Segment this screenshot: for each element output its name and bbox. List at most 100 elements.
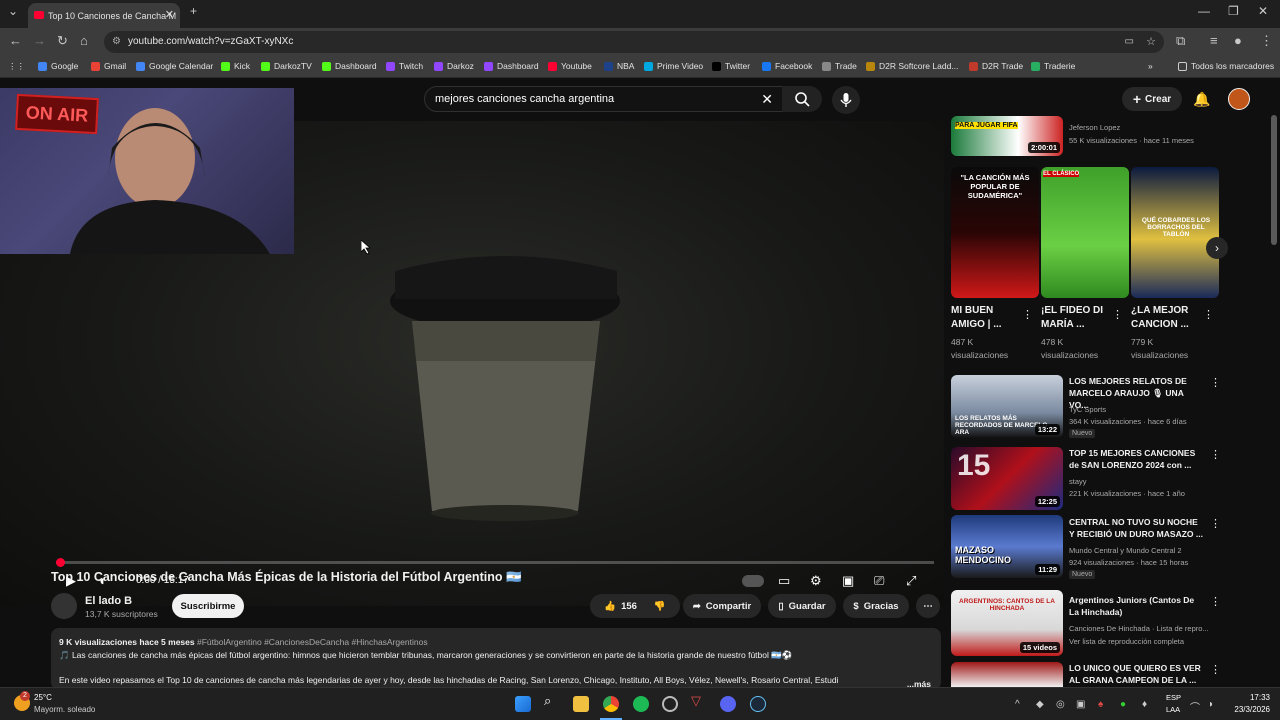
sidebar-video-thumbnail[interactable]: LOS RELATOS MÁS RECORDADOS DE MARCELO AR… — [951, 375, 1063, 438]
bookmark-item[interactable]: Twitch — [386, 61, 423, 71]
sidebar-channel[interactable]: Canciones De Hinchada · Lista de repro..… — [1069, 623, 1209, 634]
bookmark-item[interactable]: Trade — [822, 61, 857, 71]
sidebar-channel[interactable]: stayy — [1069, 476, 1087, 487]
bookmark-item[interactable]: D2R Softcore Ladd... — [866, 61, 958, 71]
bookmark-item[interactable]: Google — [38, 61, 78, 71]
bookmark-item[interactable]: Gmail — [91, 61, 126, 71]
short-title[interactable]: ¡EL FIDEO DI MARÍA ... — [1041, 304, 1111, 332]
home-icon[interactable]: ⌂ — [80, 33, 88, 48]
network-icon[interactable]: ⌒ — [1190, 699, 1200, 714]
profile-icon[interactable]: ● — [1234, 33, 1242, 48]
playlist-thumbnail[interactable]: ARGENTINOS: CANTOS DE LA HINCHADA 15 vid… — [951, 590, 1063, 656]
save-button[interactable]: ▯ Guardar — [768, 594, 836, 618]
notifications-bell-icon[interactable]: 🔔 — [1193, 91, 1210, 108]
input-language[interactable]: ESP — [1166, 693, 1181, 702]
like-dislike-group[interactable]: 👍 156 👎 — [590, 594, 680, 618]
subtitles-icon[interactable]: ▭ — [778, 573, 790, 589]
sidebar-channel[interactable]: Mundo Central y Mundo Central 2 — [1069, 545, 1182, 556]
sidebar-video-thumbnail[interactable]: MAZASO MENDOCINO 11:29 — [951, 515, 1063, 578]
description-hashtags[interactable]: #FútbolArgentino #CancionesDeCancha #Hin… — [197, 637, 428, 647]
sidebar-video-title[interactable]: LO UNICO QUE QUIERO ES VER AL GRANA CAMP… — [1069, 662, 1205, 686]
tray-app-icon[interactable]: ● — [1120, 699, 1126, 710]
voice-search-button[interactable] — [832, 86, 860, 114]
bookmark-item[interactable]: Google Calendar — [136, 61, 213, 71]
steam-icon[interactable] — [750, 696, 766, 712]
clock-date[interactable]: 23/3/2026 — [1226, 705, 1270, 714]
sidebar-video-thumbnail[interactable]: 15 12:25 — [951, 447, 1063, 510]
video-menu-icon[interactable]: ⋮ — [1210, 595, 1221, 608]
sidebar-video-title[interactable]: CENTRAL NO TUVO SU NOCHE Y RECIBIÓ UN DU… — [1069, 516, 1205, 540]
chrome-icon[interactable] — [603, 696, 619, 712]
sidebar-video-thumbnail[interactable] — [951, 662, 1063, 687]
browser-tab[interactable]: Top 10 Canciones de Cancha M ✕ — [28, 3, 180, 28]
sidebar-video-title[interactable]: TOP 15 MEJORES CANCIONES de SAN LORENZO … — [1069, 447, 1205, 471]
short-thumbnail[interactable]: "LA CANCIÓN MÁS POPULAR DE SUDAMÉRICA" — [951, 167, 1039, 298]
valorant-icon[interactable]: ▽ — [691, 693, 707, 709]
volume-icon[interactable]: ◗ — [1208, 699, 1214, 710]
discord-icon[interactable] — [720, 696, 736, 712]
thumbs-up-icon[interactable]: 👍 — [604, 601, 616, 612]
tray-overflow-icon[interactable]: ^ — [1015, 699, 1020, 710]
cast-icon[interactable]: ⎚ — [874, 573, 884, 589]
view-playlist-link[interactable]: Ver lista de reproducción completa — [1069, 636, 1184, 647]
tray-app-icon[interactable]: ♠ — [1098, 699, 1103, 710]
short-menu-icon[interactable]: ⋮ — [1112, 308, 1123, 321]
short-menu-icon[interactable]: ⋮ — [1203, 308, 1214, 321]
page-scrollbar[interactable] — [1271, 115, 1277, 245]
bookmark-item[interactable]: Kick — [221, 61, 250, 71]
bookmark-item[interactable]: NBA — [604, 61, 634, 71]
video-progress-bar[interactable] — [56, 558, 934, 567]
back-icon[interactable]: ← — [9, 33, 22, 48]
short-thumbnail[interactable]: EL CLÁSICO — [1041, 167, 1129, 298]
sidebar-video-thumbnail[interactable]: PARA JUGAR FIFA 2:00:01 — [951, 116, 1063, 156]
bookmark-star-icon[interactable]: ☆ — [1146, 31, 1156, 53]
obs-icon[interactable] — [662, 696, 678, 712]
more-actions-icon[interactable]: ⋯ — [916, 594, 940, 618]
search-input[interactable]: mejores canciones cancha argentina ✕ — [424, 86, 784, 112]
tray-app-icon[interactable]: ◎ — [1056, 699, 1065, 710]
tray-app-icon[interactable]: ▣ — [1076, 699, 1085, 710]
window-close-icon[interactable]: ✕ — [1258, 4, 1268, 18]
tray-app-icon[interactable]: ◆ — [1036, 699, 1044, 710]
forward-icon[interactable]: → — [33, 33, 46, 48]
shorts-next-icon[interactable]: › — [1206, 237, 1228, 259]
thanks-button[interactable]: $ Gracias — [843, 594, 909, 618]
minimize-icon[interactable]: — — [1198, 4, 1210, 18]
tab-list-chevron-icon[interactable]: ⌄ — [8, 4, 18, 18]
theater-mode-icon[interactable]: ▣ — [842, 573, 854, 589]
tray-microphone-icon[interactable]: ♦ — [1142, 699, 1147, 710]
bookmark-item[interactable]: Twitter — [712, 61, 750, 71]
bookmark-item[interactable]: D2R Trade — [969, 61, 1023, 71]
windows-start-icon[interactable] — [515, 696, 531, 712]
address-bar[interactable]: ⚙ youtube.com/watch?v=zGaXT-xyNXc ▭ ☆ — [104, 31, 1164, 53]
short-title[interactable]: MI BUEN AMIGO | ... — [951, 304, 1021, 332]
subscribe-button[interactable]: Suscribirme — [172, 594, 244, 618]
bookmarks-overflow-icon[interactable]: » — [1148, 61, 1153, 71]
bookmark-item[interactable]: Facebook — [762, 61, 812, 71]
search-button[interactable] — [782, 86, 822, 112]
restore-icon[interactable]: ❐ — [1228, 4, 1239, 18]
search-icon[interactable]: ⌕ — [544, 693, 560, 709]
extensions-icon[interactable]: ⧉ — [1176, 33, 1185, 49]
video-menu-icon[interactable]: ⋮ — [1210, 376, 1221, 389]
reload-icon[interactable]: ↻ — [57, 33, 68, 49]
video-menu-icon[interactable]: ⋮ — [1210, 517, 1221, 530]
media-icon[interactable]: ≡ — [1210, 33, 1218, 48]
share-button[interactable]: ➦ Compartir — [683, 594, 761, 618]
progress-scrubber[interactable] — [56, 558, 65, 567]
sidebar-video-title[interactable]: Argentinos Juniors (Cantos De La Hinchad… — [1069, 594, 1205, 618]
video-description[interactable]: 9 K visualizaciones hace 5 meses #Fútbol… — [51, 628, 941, 690]
video-menu-icon[interactable]: ⋮ — [1210, 663, 1221, 676]
bookmark-item[interactable]: Traderie — [1031, 61, 1075, 71]
short-thumbnail[interactable]: QUÉ COBARDES LOS BORRACHOS DEL TABLÓN — [1131, 167, 1219, 298]
create-button[interactable]: + Crear — [1122, 87, 1182, 111]
keyboard-layout[interactable]: LAA — [1166, 705, 1180, 714]
short-title[interactable]: ¿LA MEJOR CANCION ... — [1131, 304, 1201, 332]
all-bookmarks-folder[interactable]: Todos los marcadores — [1178, 61, 1274, 71]
browser-menu-icon[interactable]: ⋮ — [1260, 33, 1273, 49]
channel-name[interactable]: El lado B — [85, 595, 132, 607]
bookmark-item[interactable]: Youtube — [548, 61, 592, 71]
settings-gear-icon[interactable]: ⚙ — [810, 573, 822, 589]
spotify-icon[interactable] — [633, 696, 649, 712]
bookmark-item[interactable]: Prime Video — [644, 61, 703, 71]
